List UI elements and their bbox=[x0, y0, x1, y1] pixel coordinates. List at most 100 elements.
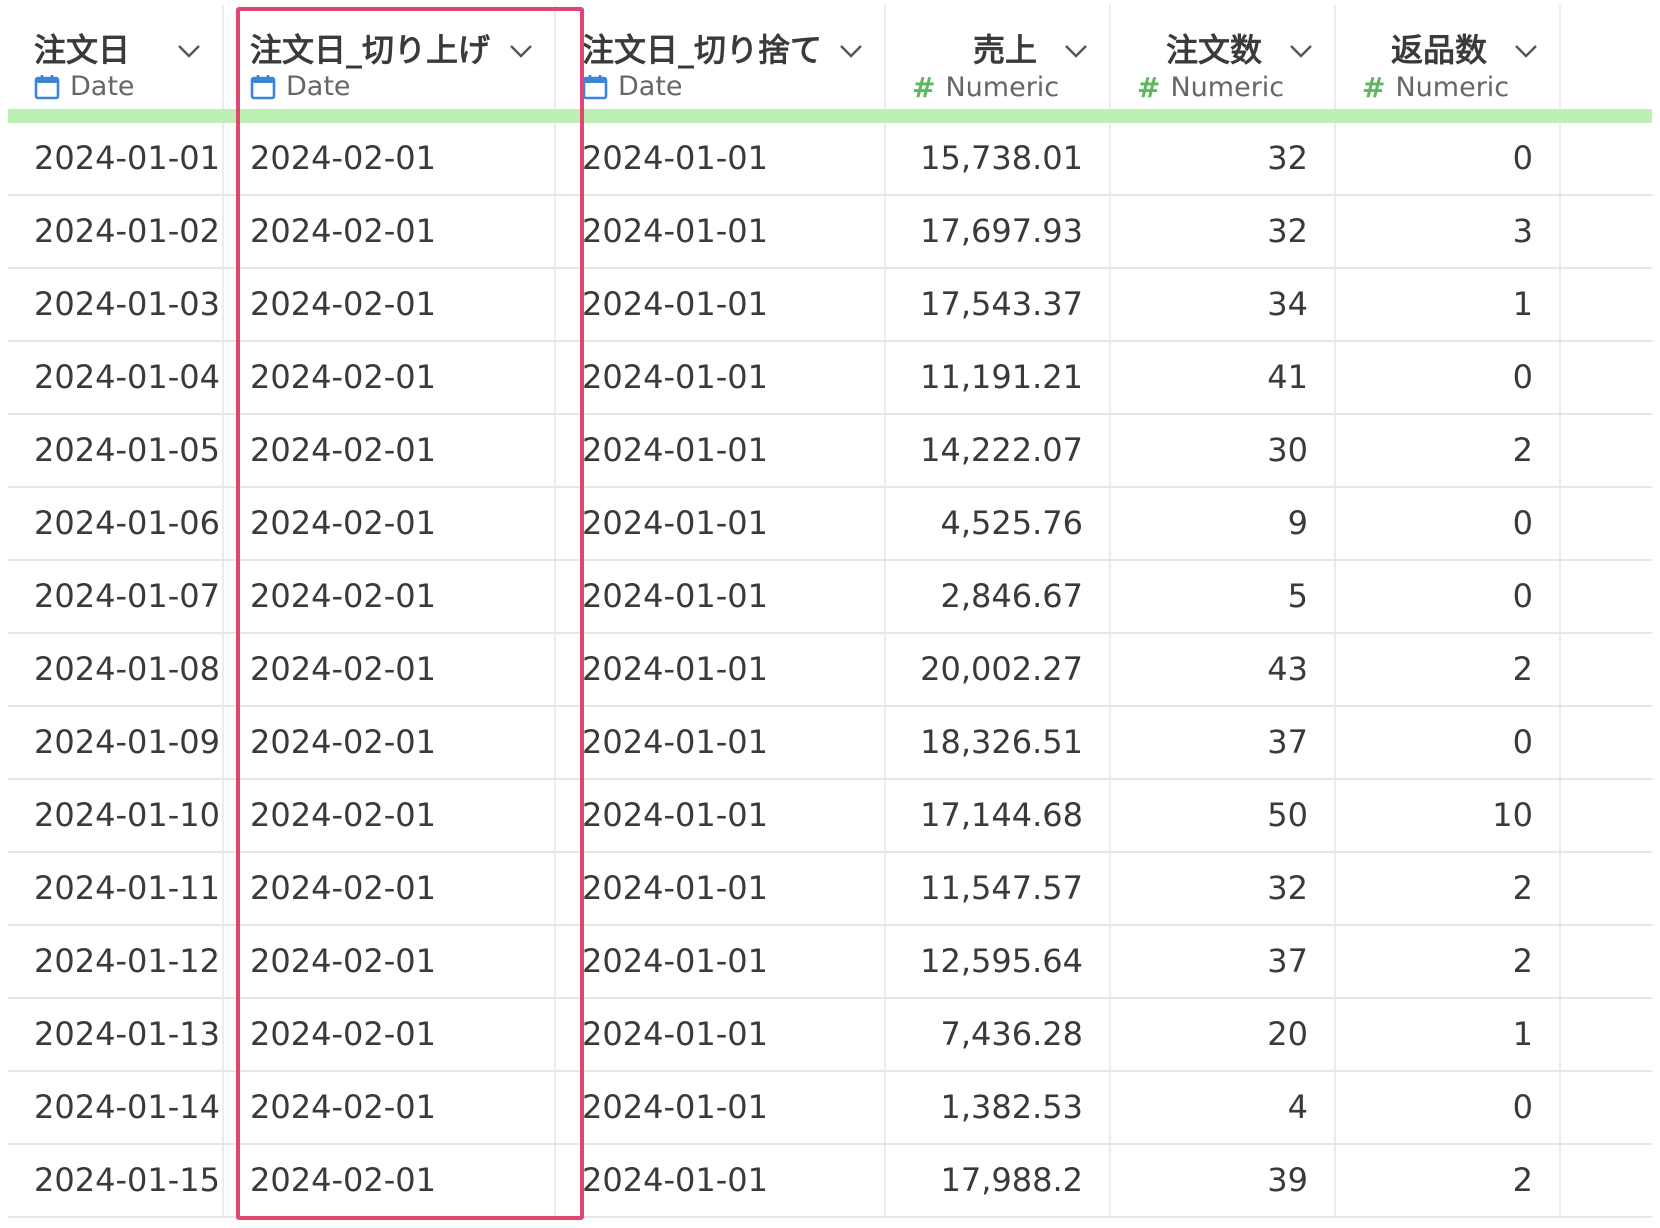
table-cell[interactable]: 15,738.01 bbox=[886, 123, 1111, 194]
table-cell[interactable]: 2024-01-15 bbox=[8, 1145, 224, 1216]
column-header-2[interactable]: 注文日_切り上げ Date bbox=[224, 5, 556, 109]
table-row[interactable]: 2024-01-04 2024-02-01 2024-01-01 11,191.21 4… bbox=[8, 342, 1652, 415]
table-row[interactable]: 2024-01-07 2024-02-01 2024-01-01 2,846.67 5 0 bbox=[8, 561, 1652, 634]
chevron-down-icon[interactable] bbox=[1288, 37, 1314, 63]
table-cell[interactable]: 2024-01-02 bbox=[8, 196, 224, 267]
table-cell[interactable]: 2024-02-01 bbox=[224, 853, 556, 924]
table-row[interactable]: 2024-01-03 2024-02-01 2024-01-01 17,543.37 3… bbox=[8, 269, 1652, 342]
table-cell[interactable]: 37 bbox=[1111, 926, 1336, 997]
table-cell[interactable]: 2024-02-01 bbox=[224, 123, 556, 194]
table-cell[interactable]: 2024-01-09 bbox=[8, 707, 224, 778]
table-cell[interactable]: 2024-01-01 bbox=[556, 123, 886, 194]
table-cell[interactable]: 4,525.76 bbox=[886, 488, 1111, 559]
table-cell[interactable]: 11,547.57 bbox=[886, 853, 1111, 924]
table-cell[interactable]: 39 bbox=[1111, 1145, 1336, 1216]
table-cell[interactable]: 4 bbox=[1111, 1072, 1336, 1143]
table-row[interactable]: 2024-01-12 2024-02-01 2024-01-01 12,595.64 3… bbox=[8, 926, 1652, 999]
table-cell[interactable]: 2 bbox=[1336, 853, 1561, 924]
table-cell[interactable]: 43 bbox=[1111, 634, 1336, 705]
column-header-3[interactable]: 注文日_切り捨て Date bbox=[556, 5, 886, 109]
table-cell[interactable]: 0 bbox=[1336, 123, 1561, 194]
table-cell[interactable]: 2024-01-01 bbox=[556, 269, 886, 340]
chevron-down-icon[interactable] bbox=[508, 37, 534, 63]
table-cell[interactable]: 12,595.64 bbox=[886, 926, 1111, 997]
table-cell[interactable]: 18,326.51 bbox=[886, 707, 1111, 778]
table-cell[interactable]: 20,002.27 bbox=[886, 634, 1111, 705]
table-cell[interactable]: 2024-01-01 bbox=[556, 196, 886, 267]
table-cell[interactable]: 2024-01-14 bbox=[8, 1072, 224, 1143]
table-cell[interactable]: 0 bbox=[1336, 488, 1561, 559]
table-cell[interactable]: 0 bbox=[1336, 561, 1561, 632]
table-row[interactable]: 2024-01-09 2024-02-01 2024-01-01 18,326.51 3… bbox=[8, 707, 1652, 780]
table-cell[interactable]: 32 bbox=[1111, 853, 1336, 924]
table-cell[interactable]: 17,543.37 bbox=[886, 269, 1111, 340]
table-cell[interactable]: 17,988.2 bbox=[886, 1145, 1111, 1216]
table-cell[interactable]: 5 bbox=[1111, 561, 1336, 632]
table-cell[interactable]: 2024-01-01 bbox=[556, 342, 886, 413]
table-row[interactable]: 2024-01-06 2024-02-01 2024-01-01 4,525.76 9 0 bbox=[8, 488, 1652, 561]
table-cell[interactable]: 1 bbox=[1336, 999, 1561, 1070]
table-cell[interactable]: 37 bbox=[1111, 707, 1336, 778]
table-cell[interactable]: 41 bbox=[1111, 342, 1336, 413]
table-cell[interactable]: 34 bbox=[1111, 269, 1336, 340]
table-cell[interactable]: 17,144.68 bbox=[886, 780, 1111, 851]
table-cell[interactable]: 2024-01-06 bbox=[8, 488, 224, 559]
table-cell[interactable]: 2 bbox=[1336, 634, 1561, 705]
table-cell[interactable]: 2024-02-01 bbox=[224, 269, 556, 340]
table-cell[interactable]: 2024-01-01 bbox=[556, 1145, 886, 1216]
table-row[interactable]: 2024-01-11 2024-02-01 2024-01-01 11,547.57 3… bbox=[8, 853, 1652, 926]
table-cell[interactable]: 2024-01-12 bbox=[8, 926, 224, 997]
column-header-1[interactable]: 注文日 Date bbox=[8, 5, 224, 109]
table-cell[interactable]: 14,222.07 bbox=[886, 415, 1111, 486]
table-cell[interactable]: 2024-01-05 bbox=[8, 415, 224, 486]
table-row[interactable]: 2024-01-14 2024-02-01 2024-01-01 1,382.53 4 0 bbox=[8, 1072, 1652, 1145]
table-cell[interactable]: 17,697.93 bbox=[886, 196, 1111, 267]
table-cell[interactable]: 2024-01-01 bbox=[556, 999, 886, 1070]
table-cell[interactable]: 2 bbox=[1336, 415, 1561, 486]
table-cell[interactable]: 3 bbox=[1336, 196, 1561, 267]
table-cell[interactable]: 2024-01-03 bbox=[8, 269, 224, 340]
table-cell[interactable]: 2024-01-01 bbox=[8, 123, 224, 194]
table-cell[interactable]: 2024-02-01 bbox=[224, 488, 556, 559]
table-cell[interactable]: 2024-02-01 bbox=[224, 999, 556, 1070]
table-cell[interactable]: 0 bbox=[1336, 707, 1561, 778]
table-cell[interactable]: 2024-02-01 bbox=[224, 561, 556, 632]
table-cell[interactable]: 1 bbox=[1336, 269, 1561, 340]
table-cell[interactable]: 20 bbox=[1111, 999, 1336, 1070]
column-header-5[interactable]: 注文数 # Numeric bbox=[1111, 5, 1336, 109]
table-cell[interactable]: 30 bbox=[1111, 415, 1336, 486]
table-cell[interactable]: 2024-01-01 bbox=[556, 707, 886, 778]
table-cell[interactable]: 2024-01-01 bbox=[556, 853, 886, 924]
table-cell[interactable]: 2 bbox=[1336, 1145, 1561, 1216]
table-cell[interactable]: 2024-02-01 bbox=[224, 1145, 556, 1216]
table-cell[interactable]: 1,382.53 bbox=[886, 1072, 1111, 1143]
table-cell[interactable]: 2024-01-01 bbox=[556, 561, 886, 632]
table-cell[interactable]: 32 bbox=[1111, 123, 1336, 194]
table-cell[interactable]: 2024-02-01 bbox=[224, 707, 556, 778]
table-cell[interactable]: 2024-01-07 bbox=[8, 561, 224, 632]
table-cell[interactable]: 0 bbox=[1336, 1072, 1561, 1143]
table-cell[interactable]: 2024-02-01 bbox=[224, 634, 556, 705]
table-cell[interactable]: 2024-02-01 bbox=[224, 926, 556, 997]
column-header-6[interactable]: 返品数 # Numeric bbox=[1336, 5, 1561, 109]
table-cell[interactable]: 2,846.67 bbox=[886, 561, 1111, 632]
table-cell[interactable]: 2024-01-01 bbox=[556, 634, 886, 705]
table-cell[interactable]: 2024-02-01 bbox=[224, 780, 556, 851]
table-row[interactable]: 2024-01-05 2024-02-01 2024-01-01 14,222.07 3… bbox=[8, 415, 1652, 488]
table-cell[interactable]: 7,436.28 bbox=[886, 999, 1111, 1070]
chevron-down-icon[interactable] bbox=[1513, 37, 1539, 63]
table-cell[interactable]: 11,191.21 bbox=[886, 342, 1111, 413]
table-cell[interactable]: 2024-01-01 bbox=[556, 488, 886, 559]
table-row[interactable]: 2024-01-15 2024-02-01 2024-01-01 17,988.2 39… bbox=[8, 1145, 1652, 1218]
table-cell[interactable]: 2 bbox=[1336, 926, 1561, 997]
table-cell[interactable]: 32 bbox=[1111, 196, 1336, 267]
table-cell[interactable]: 2024-01-01 bbox=[556, 780, 886, 851]
table-cell[interactable]: 2024-01-13 bbox=[8, 999, 224, 1070]
chevron-down-icon[interactable] bbox=[176, 37, 202, 63]
table-row[interactable]: 2024-01-08 2024-02-01 2024-01-01 20,002.27 4… bbox=[8, 634, 1652, 707]
table-cell[interactable]: 2024-01-04 bbox=[8, 342, 224, 413]
table-cell[interactable]: 2024-02-01 bbox=[224, 342, 556, 413]
table-row[interactable]: 2024-01-02 2024-02-01 2024-01-01 17,697.93 3… bbox=[8, 196, 1652, 269]
table-row[interactable]: 2024-01-10 2024-02-01 2024-01-01 17,144.68 5… bbox=[8, 780, 1652, 853]
table-row[interactable]: 2024-01-13 2024-02-01 2024-01-01 7,436.28 20… bbox=[8, 999, 1652, 1072]
